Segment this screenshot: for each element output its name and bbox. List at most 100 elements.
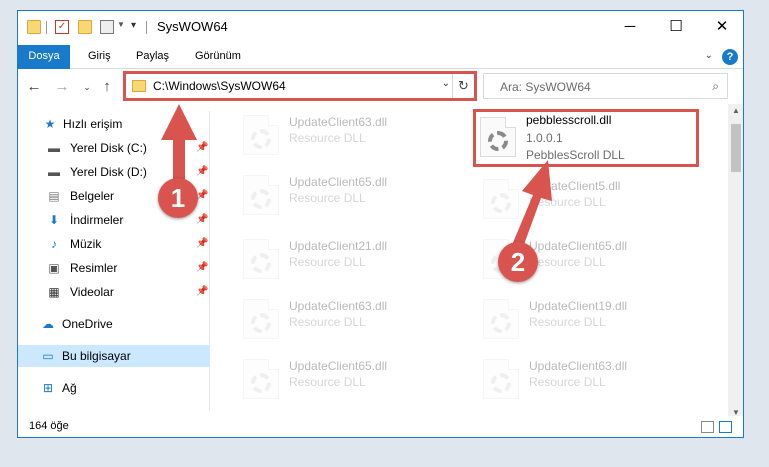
file-item[interactable]: UpdateClient65.dll Resource DLL xyxy=(241,171,466,223)
videos-icon: ▦ xyxy=(48,285,60,299)
sidebar-item-label: Belgeler xyxy=(70,189,115,203)
file-name: UpdateClient65.dll xyxy=(529,239,628,253)
file-type: Resource DLL xyxy=(289,315,366,329)
file-name: UpdateClient65.dll xyxy=(289,175,388,189)
file-type: Resource DLL xyxy=(289,191,366,205)
close-button[interactable]: ✕ xyxy=(699,11,743,45)
explorer-window: ✓ ▼ ▾ SysWOW64 ─ ☐ ✕ Dosya Giriş Paylaş … xyxy=(17,10,744,438)
network-icon: ⊞ xyxy=(42,381,54,395)
refresh-icon[interactable]: ↻ xyxy=(452,74,474,98)
up-button[interactable]: ↑ xyxy=(96,76,118,98)
help-icon[interactable]: ? xyxy=(722,49,738,65)
file-item[interactable]: UpdateClient63.dll Resource DLL xyxy=(481,355,706,407)
pin-icon[interactable]: 📌 xyxy=(196,238,208,249)
file-name: UpdateClient21.dll xyxy=(289,239,388,253)
pin-icon[interactable]: 📌 xyxy=(196,142,208,153)
file-item[interactable]: UpdateClient63.dll Resource DLL xyxy=(241,111,466,163)
folder-icon xyxy=(132,80,146,92)
scroll-up-icon[interactable]: ▲ xyxy=(728,106,743,115)
file-item[interactable]: UpdateClient19.dll Resource DLL xyxy=(481,295,706,347)
file-type: Resource DLL xyxy=(529,315,606,329)
drive-icon: ▬ xyxy=(48,165,60,179)
view-options-icon[interactable] xyxy=(100,20,114,34)
file-type: Resource DLL xyxy=(289,131,366,145)
step-2-badge: 2 xyxy=(498,242,538,282)
tab-view[interactable]: Görünüm xyxy=(183,45,253,69)
address-path[interactable]: C:\Windows\SysWOW64 xyxy=(153,79,286,93)
sidebar-item-label: Resimler xyxy=(70,261,118,275)
file-name: pebblesscroll.dll xyxy=(526,113,612,127)
pin-icon[interactable]: 📌 xyxy=(196,166,208,177)
star-icon: ★ xyxy=(44,117,56,131)
file-item[interactable]: UpdateClient5.dll Resource DLL xyxy=(481,175,706,227)
sidebar-item-local-disk-c[interactable]: ▬ Yerel Disk (C:) 📌 xyxy=(18,137,210,159)
file-name: UpdateClient63.dll xyxy=(529,359,628,373)
file-type: Resource DLL xyxy=(529,195,606,209)
tab-file[interactable]: Dosya xyxy=(18,45,70,69)
details-view-icon[interactable] xyxy=(701,421,714,433)
scrollbar-thumb[interactable] xyxy=(731,124,741,172)
tab-home[interactable]: Giriş xyxy=(76,45,123,69)
recent-locations-icon[interactable]: ⌄ xyxy=(76,76,98,98)
item-count: 164 öğe xyxy=(29,420,69,432)
large-icons-view-icon[interactable] xyxy=(719,421,732,433)
sidebar-item-pictures[interactable]: ▣ Resimler 📌 xyxy=(18,257,210,279)
maximize-button[interactable]: ☐ xyxy=(653,11,699,45)
sidebar-item-videos[interactable]: ▦ Videolar 📌 xyxy=(18,281,210,303)
sidebar-item-label: Yerel Disk (D:) xyxy=(70,165,147,179)
pin-icon[interactable]: 📌 xyxy=(196,262,208,273)
dll-file-icon xyxy=(480,117,516,157)
file-name: UpdateClient19.dll xyxy=(529,299,628,313)
customize-toolbar-icon[interactable]: ▾ xyxy=(131,20,136,31)
chevron-down-icon[interactable]: ▼ xyxy=(117,20,125,29)
tab-share[interactable]: Paylaş xyxy=(124,45,181,69)
pin-icon[interactable]: 📌 xyxy=(196,286,208,297)
minimize-button[interactable]: ─ xyxy=(607,11,653,45)
pin-icon[interactable]: 📌 xyxy=(196,214,208,225)
status-bar: 164 öğe xyxy=(18,416,743,437)
forward-button[interactable]: → xyxy=(51,76,73,98)
window-title: SysWOW64 xyxy=(157,19,228,34)
file-name: UpdateClient63.dll xyxy=(289,115,388,129)
dll-file-icon xyxy=(483,299,519,339)
documents-icon: ▤ xyxy=(48,189,60,203)
search-icon[interactable]: ⌕ xyxy=(712,79,719,94)
new-folder-icon[interactable] xyxy=(78,20,92,34)
file-item-pebblesscroll[interactable]: pebblesscroll.dll 1.0.0.1 PebblesScroll … xyxy=(478,113,703,165)
sidebar-item-label: Yerel Disk (C:) xyxy=(70,141,147,155)
back-button[interactable]: ← xyxy=(23,76,45,98)
file-list: UpdateClient63.dll Resource DLL UpdateCl… xyxy=(211,111,727,411)
folder-icon xyxy=(27,20,41,34)
dll-file-icon xyxy=(243,175,279,215)
sidebar-item-label: OneDrive xyxy=(62,317,113,331)
file-item[interactable]: UpdateClient63.dll Resource DLL xyxy=(241,295,466,347)
cloud-icon: ☁ xyxy=(42,317,54,331)
sidebar-item-music[interactable]: ♪ Müzik 📌 xyxy=(18,233,210,255)
address-bar[interactable]: C:\Windows\SysWOW64 ⌄ ↻ xyxy=(125,73,475,99)
sidebar-item-this-pc[interactable]: ▭ Bu bilgisayar xyxy=(18,345,210,367)
file-type: Resource DLL xyxy=(289,375,366,389)
vertical-scrollbar[interactable]: ▲ ▼ xyxy=(728,104,743,419)
dll-file-icon xyxy=(243,359,279,399)
chevron-down-icon[interactable]: ⌄ xyxy=(442,78,450,89)
dll-file-icon xyxy=(243,299,279,339)
download-icon: ⬇ xyxy=(48,213,60,227)
file-item[interactable]: UpdateClient65.dll Resource DLL xyxy=(241,355,466,407)
file-item[interactable]: UpdateClient21.dll Resource DLL xyxy=(241,235,466,287)
sidebar-item-label: Bu bilgisayar xyxy=(62,349,131,363)
file-description: PebblesScroll DLL xyxy=(526,148,625,162)
search-input[interactable]: Ara: SysWOW64 ⌕ xyxy=(483,73,728,99)
music-icon: ♪ xyxy=(51,237,57,251)
sidebar-item-quick-access[interactable]: ★ Hızlı erişim xyxy=(18,113,210,135)
sidebar-item-label: İndirmeler xyxy=(70,213,124,227)
expand-ribbon-icon[interactable]: ⌄ xyxy=(705,50,713,61)
file-name: UpdateClient65.dll xyxy=(289,359,388,373)
sidebar-item-network[interactable]: ⊞ Ağ xyxy=(18,377,210,399)
file-type: Resource DLL xyxy=(529,375,606,389)
properties-icon[interactable]: ✓ xyxy=(55,20,69,34)
ribbon-tabs: Dosya Giriş Paylaş Görünüm ⌄ ? xyxy=(18,45,743,69)
separator xyxy=(46,21,47,34)
file-type: Resource DLL xyxy=(529,255,606,269)
file-type: Resource DLL xyxy=(289,255,366,269)
sidebar-item-onedrive[interactable]: ☁ OneDrive xyxy=(18,313,210,335)
